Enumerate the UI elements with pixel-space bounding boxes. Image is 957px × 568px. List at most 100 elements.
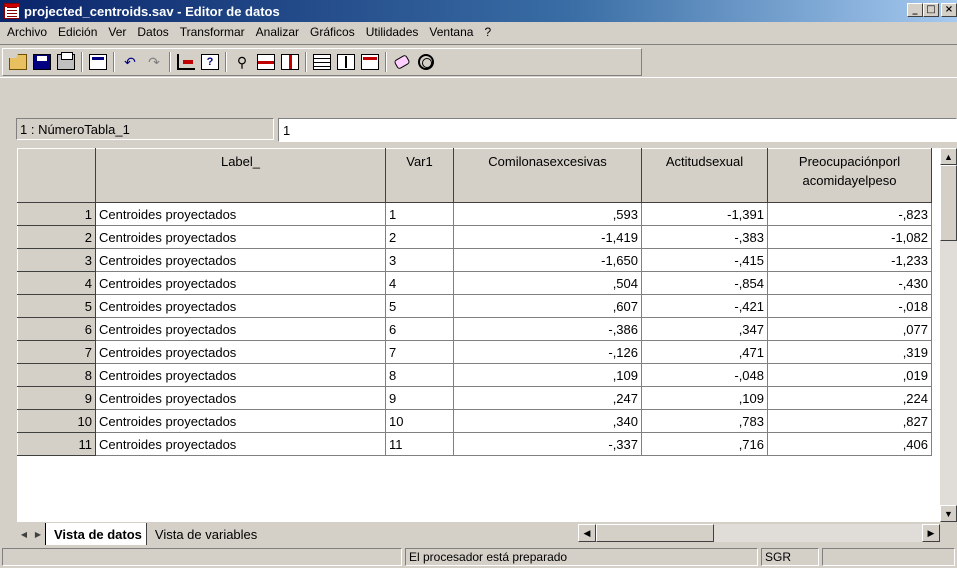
label-cell[interactable]: Centroides proyectados	[95, 271, 386, 295]
comilonasexcesivas-cell[interactable]: ,109	[453, 363, 642, 387]
menu-graficos[interactable]: Gráficos	[305, 25, 360, 39]
var1-cell[interactable]: 2	[385, 225, 454, 249]
dialog-recall-button[interactable]	[86, 51, 110, 74]
label-cell[interactable]: Centroides proyectados	[95, 340, 386, 364]
find-button[interactable]: ⚲	[230, 51, 254, 74]
menu-ver[interactable]: Ver	[103, 25, 131, 39]
comilonasexcesivas-cell[interactable]: ,504	[453, 271, 642, 295]
row-number-cell[interactable]: 7	[17, 340, 96, 364]
var1-cell[interactable]: 3	[385, 248, 454, 272]
tab-data-view[interactable]: Vista de datos	[45, 523, 146, 545]
select-cases-button[interactable]	[358, 51, 382, 74]
comilonasexcesivas-cell[interactable]: ,340	[453, 409, 642, 433]
column-header[interactable]: Actitudsexual	[641, 148, 768, 203]
actitudsexual-cell[interactable]: ,109	[641, 386, 768, 410]
corner-header[interactable]	[17, 148, 96, 203]
preocupacion-cell[interactable]: -1,233	[767, 248, 932, 272]
comilonasexcesivas-cell[interactable]: -,386	[453, 317, 642, 341]
save-button[interactable]	[30, 51, 54, 74]
var1-cell[interactable]: 6	[385, 317, 454, 341]
row-number-cell[interactable]: 6	[17, 317, 96, 341]
column-header[interactable]: Label_	[95, 148, 386, 203]
actitudsexual-cell[interactable]: -1,391	[641, 202, 768, 226]
label-cell[interactable]: Centroides proyectados	[95, 363, 386, 387]
comilonasexcesivas-cell[interactable]: ,593	[453, 202, 642, 226]
actitudsexual-cell[interactable]: -,048	[641, 363, 768, 387]
row-number-cell[interactable]: 9	[17, 386, 96, 410]
preocupacion-cell[interactable]: -,018	[767, 294, 932, 318]
scroll-up-button[interactable]: ▲	[940, 148, 957, 165]
scroll-right-button[interactable]: ▶	[922, 524, 940, 542]
var1-cell[interactable]: 1	[385, 202, 454, 226]
preocupacion-cell[interactable]: ,406	[767, 432, 932, 456]
label-cell[interactable]: Centroides proyectados	[95, 386, 386, 410]
vertical-scroll-thumb[interactable]	[940, 165, 957, 241]
insert-case-button[interactable]	[254, 51, 278, 74]
preocupacion-cell[interactable]: ,077	[767, 317, 932, 341]
actitudsexual-cell[interactable]: -,415	[641, 248, 768, 272]
actitudsexual-cell[interactable]: ,347	[641, 317, 768, 341]
menu-utilidades[interactable]: Utilidades	[361, 25, 424, 39]
comilonasexcesivas-cell[interactable]: -,337	[453, 432, 642, 456]
menu-edicion[interactable]: Edición	[53, 25, 102, 39]
horizontal-scrollbar[interactable]: ◀ ▶	[578, 524, 940, 542]
actitudsexual-cell[interactable]: ,716	[641, 432, 768, 456]
column-header[interactable]: Preocupaciónporl acomidayelpeso	[767, 148, 932, 203]
vertical-scrollbar[interactable]: ▲ ▼	[940, 148, 957, 522]
horizontal-scroll-thumb[interactable]	[596, 524, 714, 542]
preocupacion-cell[interactable]: -1,082	[767, 225, 932, 249]
tab-next-icon[interactable]: ▶	[31, 526, 45, 542]
label-cell[interactable]: Centroides proyectados	[95, 409, 386, 433]
print-button[interactable]	[54, 51, 78, 74]
row-number-cell[interactable]: 8	[17, 363, 96, 387]
menu-archivo[interactable]: Archivo	[2, 25, 52, 39]
row-number-cell[interactable]: 5	[17, 294, 96, 318]
preocupacion-cell[interactable]: -,430	[767, 271, 932, 295]
goto-case-button[interactable]	[174, 51, 198, 74]
weight-cases-button[interactable]	[334, 51, 358, 74]
scroll-down-button[interactable]: ▼	[940, 505, 957, 522]
var1-cell[interactable]: 9	[385, 386, 454, 410]
spss-data-editor-icon[interactable]	[4, 3, 20, 19]
row-number-cell[interactable]: 4	[17, 271, 96, 295]
var1-cell[interactable]: 4	[385, 271, 454, 295]
split-file-button[interactable]	[310, 51, 334, 74]
use-sets-button[interactable]	[414, 51, 438, 74]
row-number-cell[interactable]: 11	[17, 432, 96, 456]
column-header[interactable]: Comilonasexcesivas	[453, 148, 642, 203]
row-number-cell[interactable]: 10	[17, 409, 96, 433]
data-grid[interactable]: Label_ Var1 Comilonasexcesivas Actitudsexua…	[17, 148, 957, 522]
var1-cell[interactable]: 11	[385, 432, 454, 456]
menu-analizar[interactable]: Analizar	[251, 25, 304, 39]
close-button[interactable]: ×	[941, 3, 957, 17]
preocupacion-cell[interactable]: -,823	[767, 202, 932, 226]
var1-cell[interactable]: 5	[385, 294, 454, 318]
comilonasexcesivas-cell[interactable]: ,607	[453, 294, 642, 318]
comilonasexcesivas-cell[interactable]: -1,419	[453, 225, 642, 249]
label-cell[interactable]: Centroides proyectados	[95, 202, 386, 226]
preocupacion-cell[interactable]: ,019	[767, 363, 932, 387]
comilonasexcesivas-cell[interactable]: -,126	[453, 340, 642, 364]
preocupacion-cell[interactable]: ,827	[767, 409, 932, 433]
var1-cell[interactable]: 7	[385, 340, 454, 364]
label-cell[interactable]: Centroides proyectados	[95, 248, 386, 272]
menu-help[interactable]: ?	[479, 25, 496, 39]
actitudsexual-cell[interactable]: -,383	[641, 225, 768, 249]
row-number-cell[interactable]: 2	[17, 225, 96, 249]
minimize-button[interactable]: _	[907, 3, 923, 17]
var1-cell[interactable]: 8	[385, 363, 454, 387]
variables-button[interactable]: ?	[198, 51, 222, 74]
label-cell[interactable]: Centroides proyectados	[95, 294, 386, 318]
open-file-button[interactable]	[6, 51, 30, 74]
redo-button[interactable]: ↷	[142, 51, 166, 74]
var1-cell[interactable]: 10	[385, 409, 454, 433]
label-cell[interactable]: Centroides proyectados	[95, 432, 386, 456]
row-number-cell[interactable]: 3	[17, 248, 96, 272]
cell-value-input[interactable]	[278, 118, 957, 142]
maximize-button[interactable]: □	[923, 3, 939, 17]
actitudsexual-cell[interactable]: -,421	[641, 294, 768, 318]
column-header[interactable]: Var1	[385, 148, 454, 203]
label-cell[interactable]: Centroides proyectados	[95, 317, 386, 341]
actitudsexual-cell[interactable]: -,854	[641, 271, 768, 295]
comilonasexcesivas-cell[interactable]: ,247	[453, 386, 642, 410]
